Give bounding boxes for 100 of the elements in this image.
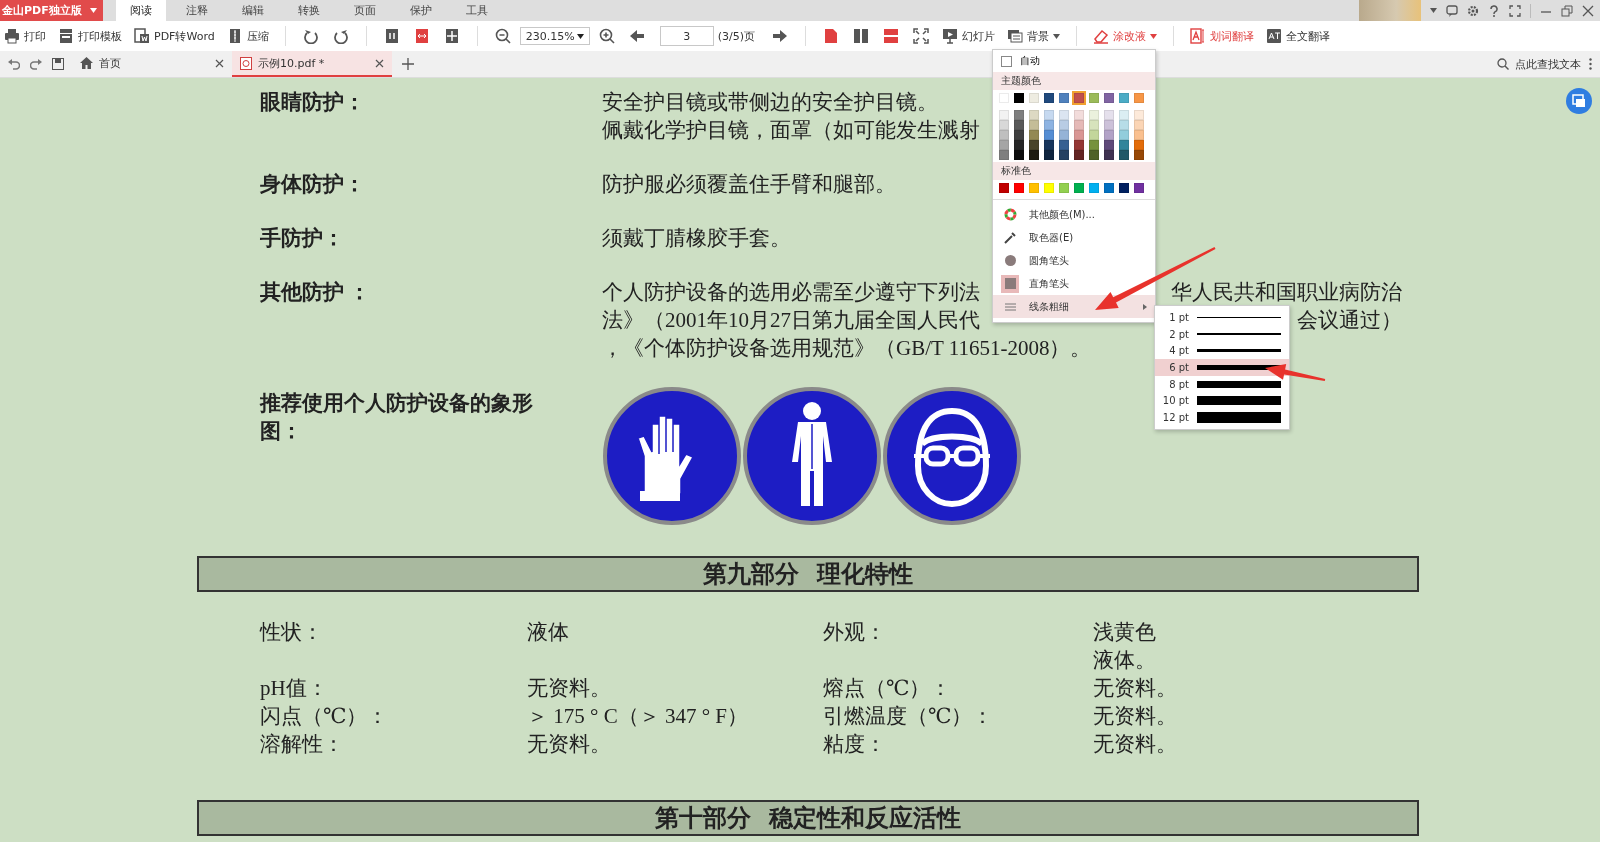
color-swatch[interactable] xyxy=(1074,183,1084,193)
color-swatch[interactable] xyxy=(1059,93,1069,103)
settings-icon[interactable] xyxy=(1467,4,1479,17)
color-swatch[interactable] xyxy=(1029,110,1039,120)
color-swatch[interactable] xyxy=(1059,183,1069,193)
color-swatch[interactable] xyxy=(999,120,1009,130)
color-swatch[interactable] xyxy=(1089,120,1099,130)
color-swatch[interactable] xyxy=(1119,110,1129,120)
color-swatch[interactable] xyxy=(1089,110,1099,120)
color-swatch[interactable] xyxy=(1119,140,1129,150)
color-swatch[interactable] xyxy=(1134,120,1144,130)
color-swatch[interactable] xyxy=(1104,110,1114,120)
color-swatch[interactable] xyxy=(1044,110,1054,120)
document-tab[interactable]: 示例10.pdf * xyxy=(232,51,392,77)
line-width-option[interactable]: 4 pt xyxy=(1155,342,1289,360)
color-swatch[interactable] xyxy=(1029,140,1039,150)
fullscreen-icon[interactable] xyxy=(1509,4,1521,17)
menu-item[interactable]: 线条粗细 xyxy=(993,295,1155,318)
menu-item[interactable]: 直角笔头 xyxy=(993,272,1155,295)
color-swatch[interactable] xyxy=(1029,150,1039,160)
color-swatch[interactable] xyxy=(1029,130,1039,140)
pdf-to-word-button[interactable]: PDF转Word xyxy=(130,24,219,48)
color-swatch[interactable] xyxy=(1074,93,1084,103)
color-swatch[interactable] xyxy=(1134,93,1144,103)
menu-tab[interactable]: 工具 xyxy=(451,0,502,21)
color-swatch[interactable] xyxy=(999,130,1009,140)
color-swatch[interactable] xyxy=(1104,93,1114,103)
color-swatch[interactable] xyxy=(1104,120,1114,130)
color-swatch[interactable] xyxy=(1089,140,1099,150)
line-width-option[interactable]: 10 pt xyxy=(1155,392,1289,410)
color-swatch[interactable] xyxy=(1074,120,1084,130)
color-swatch[interactable] xyxy=(1074,140,1084,150)
background-button[interactable]: 背景 xyxy=(1003,24,1064,48)
close-icon[interactable] xyxy=(375,58,384,68)
color-swatch[interactable] xyxy=(999,110,1009,120)
color-swatch[interactable] xyxy=(1134,140,1144,150)
color-swatch[interactable] xyxy=(1074,110,1084,120)
app-menu-button[interactable]: 金山PDF独立版 xyxy=(0,0,103,21)
color-swatch[interactable] xyxy=(999,150,1009,160)
color-swatch[interactable] xyxy=(1044,130,1054,140)
menu-item[interactable]: 取色器(E) xyxy=(993,226,1155,249)
color-swatch[interactable] xyxy=(1029,93,1039,103)
color-swatch[interactable] xyxy=(1119,130,1129,140)
menu-tab[interactable]: 编辑 xyxy=(227,0,278,21)
correction-fluid-button[interactable]: 涂改液 xyxy=(1089,24,1161,48)
color-swatch[interactable] xyxy=(1029,183,1039,193)
color-swatch[interactable] xyxy=(999,140,1009,150)
close-icon[interactable] xyxy=(215,58,224,68)
color-swatch[interactable] xyxy=(1089,183,1099,193)
translate-float-icon[interactable] xyxy=(1566,88,1592,114)
color-swatch[interactable] xyxy=(1014,140,1024,150)
auto-checkbox[interactable]: 自动 xyxy=(993,50,1155,72)
color-swatch[interactable] xyxy=(1104,150,1114,160)
color-swatch[interactable] xyxy=(1119,120,1129,130)
color-swatch[interactable] xyxy=(1014,150,1024,160)
slideshow-button[interactable]: 幻灯片 xyxy=(938,24,999,48)
color-swatch[interactable] xyxy=(1014,93,1024,103)
restore-icon[interactable] xyxy=(1561,4,1573,17)
color-swatch[interactable] xyxy=(1089,93,1099,103)
page-number-field[interactable]: 3 xyxy=(659,26,714,46)
word-translate-button[interactable]: 划词翻译 xyxy=(1186,24,1258,48)
color-swatch[interactable] xyxy=(1119,183,1129,193)
color-swatch[interactable] xyxy=(1044,120,1054,130)
zoom-field[interactable]: 230.15% xyxy=(519,27,590,45)
full-translate-button[interactable]: 全文翻译 xyxy=(1262,24,1334,48)
color-swatch[interactable] xyxy=(1134,130,1144,140)
color-swatch[interactable] xyxy=(1059,110,1069,120)
undo-icon[interactable] xyxy=(8,58,20,70)
menu-item[interactable]: 其他颜色(M)... xyxy=(993,203,1155,226)
color-swatch[interactable] xyxy=(999,183,1009,193)
color-swatch[interactable] xyxy=(1104,130,1114,140)
menu-tab[interactable]: 注释 xyxy=(171,0,222,21)
color-swatch[interactable] xyxy=(1089,150,1099,160)
color-swatch[interactable] xyxy=(1044,183,1054,193)
color-swatch[interactable] xyxy=(1119,93,1129,103)
color-swatch[interactable] xyxy=(1044,140,1054,150)
chat-icon[interactable] xyxy=(1446,4,1458,17)
line-width-option[interactable]: 6 pt xyxy=(1155,359,1289,376)
color-swatch[interactable] xyxy=(1014,110,1024,120)
color-swatch[interactable] xyxy=(1059,120,1069,130)
line-width-option[interactable]: 1 pt xyxy=(1155,309,1289,326)
line-width-option[interactable]: 12 pt xyxy=(1155,409,1289,426)
color-swatch[interactable] xyxy=(1134,183,1144,193)
color-swatch[interactable] xyxy=(1134,150,1144,160)
print-button[interactable]: 打印 xyxy=(0,24,50,48)
compress-button[interactable]: 压缩 xyxy=(222,24,273,48)
color-swatch[interactable] xyxy=(1044,93,1054,103)
color-swatch[interactable] xyxy=(1074,150,1084,160)
color-swatch[interactable] xyxy=(1014,120,1024,130)
color-swatch[interactable] xyxy=(1104,183,1114,193)
color-swatch[interactable] xyxy=(1074,130,1084,140)
save-icon[interactable] xyxy=(52,58,64,70)
more-icon[interactable] xyxy=(1589,58,1592,70)
close-icon[interactable] xyxy=(1582,4,1594,17)
menu-tab[interactable]: 保护 xyxy=(395,0,446,21)
color-swatch[interactable] xyxy=(1059,140,1069,150)
color-swatch[interactable] xyxy=(1059,130,1069,140)
redo-icon[interactable] xyxy=(30,58,42,70)
color-swatch[interactable] xyxy=(1134,110,1144,120)
help-icon[interactable] xyxy=(1488,4,1500,17)
